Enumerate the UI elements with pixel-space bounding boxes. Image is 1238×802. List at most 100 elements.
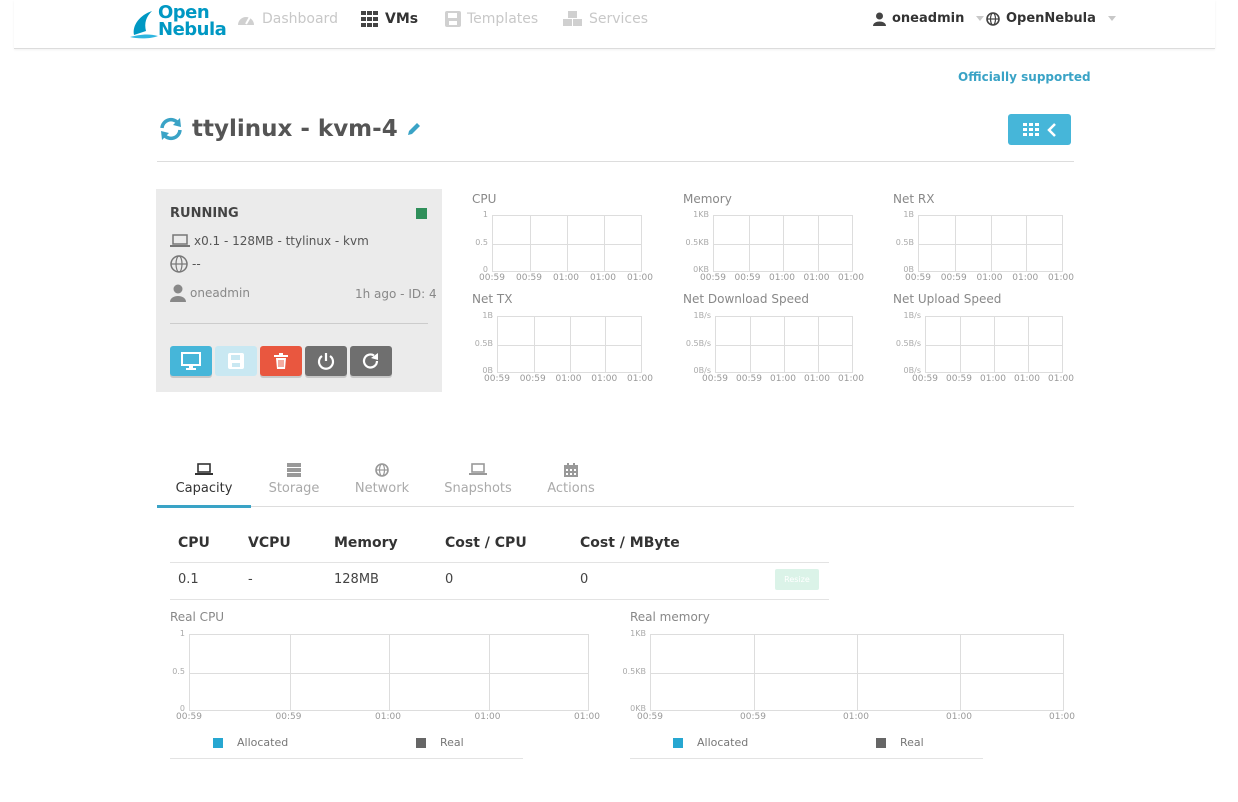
floppy-icon — [228, 353, 244, 369]
gridline — [714, 243, 852, 245]
mini-chart-5-plot-area — [925, 316, 1063, 373]
vm-owner-row: oneadmin — [170, 284, 250, 302]
mini-chart-1-y-tick: 0.5KB — [685, 237, 709, 247]
tab-snapshots[interactable]: Snapshots — [433, 463, 523, 496]
mini-chart-4-x-tick: 01:00 — [770, 374, 796, 384]
redo-icon — [362, 353, 379, 369]
real-chart-0-plot-area — [189, 634, 589, 711]
mini-chart-5-x-tick: 01:00 — [1048, 374, 1074, 384]
mini-chart-2-y-tick: 0.5B — [895, 237, 914, 247]
gridline — [493, 243, 641, 245]
user-menu[interactable]: oneadmin — [873, 11, 985, 26]
vm-name: ttylinux - kvm-4 — [192, 116, 398, 142]
legend-allocated: Allocated — [673, 736, 748, 749]
pencil-icon[interactable] — [406, 121, 422, 137]
vm-summary: x0.1 - 128MB - ttylinux - kvm — [194, 234, 369, 248]
resize-button[interactable]: Resize — [775, 569, 819, 590]
nav-services[interactable]: Services — [563, 11, 648, 27]
user-icon — [170, 284, 186, 302]
vnc-button[interactable] — [170, 346, 212, 376]
mini-chart-2-x-tick: 01:00 — [1048, 273, 1074, 283]
mini-chart-0-x-tick: 01:00 — [553, 273, 579, 283]
legend-allocated: Allocated — [213, 736, 288, 749]
mini-chart-0-x-tick: 00:59 — [516, 273, 542, 283]
real-chart-0-y-tick: 0.5 — [172, 666, 185, 676]
opennebula-logo[interactable]: Open Nebula — [130, 2, 227, 42]
col-header-cost-cpu: Cost / CPU — [445, 535, 527, 551]
mini-chart-5-x-tick: 00:59 — [912, 374, 938, 384]
mini-chart-1-x-tick: 00:59 — [700, 273, 726, 283]
mini-chart-5-title: Net Upload Speed — [893, 292, 1002, 306]
real-chart-0-x-tick: 01:00 — [375, 712, 401, 722]
mini-chart-2-x-tick: 01:00 — [976, 273, 1003, 283]
state-indicator — [416, 208, 427, 219]
mini-chart-2-x-tick: 00:59 — [940, 273, 967, 283]
mini-chart-1-x-tick: 01:00 — [769, 273, 795, 283]
reboot-button[interactable] — [350, 346, 392, 376]
back-to-list-button[interactable] — [1008, 114, 1071, 145]
mini-chart-4-x-tick: 00:59 — [736, 374, 762, 384]
real-chart-1-y-tick: 1KB — [630, 629, 646, 638]
mini-chart-3-x-tick: 01:00 — [627, 374, 653, 384]
laptop-icon — [469, 463, 487, 475]
power-icon — [317, 353, 335, 370]
power-button[interactable] — [305, 346, 347, 376]
mini-chart-1-x-tick: 01:00 — [803, 273, 830, 283]
grid-icon — [361, 11, 378, 27]
tab-network[interactable]: Network — [337, 463, 427, 496]
page-title: ttylinux - kvm-4 — [158, 116, 422, 142]
nav-dashboard[interactable]: Dashboard — [236, 11, 338, 27]
mini-chart-0-x-tick: 01:00 — [590, 273, 616, 283]
mini-chart-4-title: Net Download Speed — [683, 292, 809, 306]
mini-chart-3-x-tick: 01:00 — [555, 374, 582, 384]
mini-chart-2-plot-area — [918, 215, 1063, 272]
legend-swatch-allocated — [673, 737, 683, 748]
real-chart-0-x-tick: 01:00 — [474, 712, 501, 722]
mini-chart-3-y-tick: 0.5B — [474, 338, 493, 348]
real-chart-0-x-tick: 00:59 — [176, 712, 202, 722]
real-chart-0-x-tick: 01:00 — [574, 712, 600, 722]
mini-chart-5-x-tick: 00:59 — [946, 374, 972, 384]
calendar-icon — [564, 463, 578, 477]
legend-label: Allocated — [237, 736, 289, 749]
divider — [170, 758, 523, 759]
tab-capacity[interactable]: Capacity — [159, 463, 249, 496]
trash-icon — [274, 353, 288, 369]
zone-menu-label: OpenNebula — [1006, 11, 1096, 26]
nav-dashboard-label: Dashboard — [262, 11, 338, 27]
laptop-icon — [195, 463, 213, 475]
mini-chart-5-y-tick: 0.5B/s — [895, 338, 921, 348]
legend-label: Allocated — [697, 736, 749, 749]
save-button[interactable] — [215, 346, 257, 376]
real-chart-1-x-tick: 01:00 — [843, 712, 869, 722]
mini-chart-1-y-tick: 1KB — [693, 210, 709, 219]
mini-chart-3-x-tick: 01:00 — [591, 374, 618, 384]
grid-icon — [1022, 122, 1039, 136]
mini-chart-2-title: Net RX — [893, 192, 935, 206]
gridline — [716, 344, 852, 346]
mini-chart-3-title: Net TX — [472, 292, 513, 306]
mini-chart-3-x-tick: 00:59 — [484, 374, 510, 384]
mini-chart-4-x-tick: 00:59 — [702, 374, 728, 384]
divider — [630, 758, 983, 759]
tab-actions[interactable]: Actions — [526, 463, 616, 496]
legend-label: Real — [900, 736, 924, 749]
storage-icon — [287, 463, 301, 477]
vm-state: RUNNING — [170, 206, 239, 221]
mini-chart-3-x-tick: 00:59 — [519, 374, 546, 384]
tab-storage[interactable]: Storage — [249, 463, 339, 496]
support-status-link[interactable]: Officially supported — [958, 70, 1091, 84]
mini-chart-5-y-tick: 1B/s — [903, 311, 921, 320]
divider — [170, 562, 829, 563]
delete-button[interactable] — [260, 346, 302, 376]
user-menu-label: oneadmin — [892, 11, 965, 26]
refresh-icon[interactable] — [158, 116, 184, 142]
cell-cpu: 0.1 — [178, 572, 199, 587]
mini-chart-4-x-tick: 01:00 — [838, 374, 864, 384]
nav-vms[interactable]: VMs — [361, 11, 418, 27]
col-header-vcpu: VCPU — [248, 535, 291, 551]
nav-templates[interactable]: Templates — [445, 11, 538, 27]
real-chart-0-x-tick: 00:59 — [275, 712, 302, 722]
zone-menu[interactable]: OpenNebula — [986, 11, 1116, 26]
mini-chart-1-plot-area — [713, 215, 853, 272]
